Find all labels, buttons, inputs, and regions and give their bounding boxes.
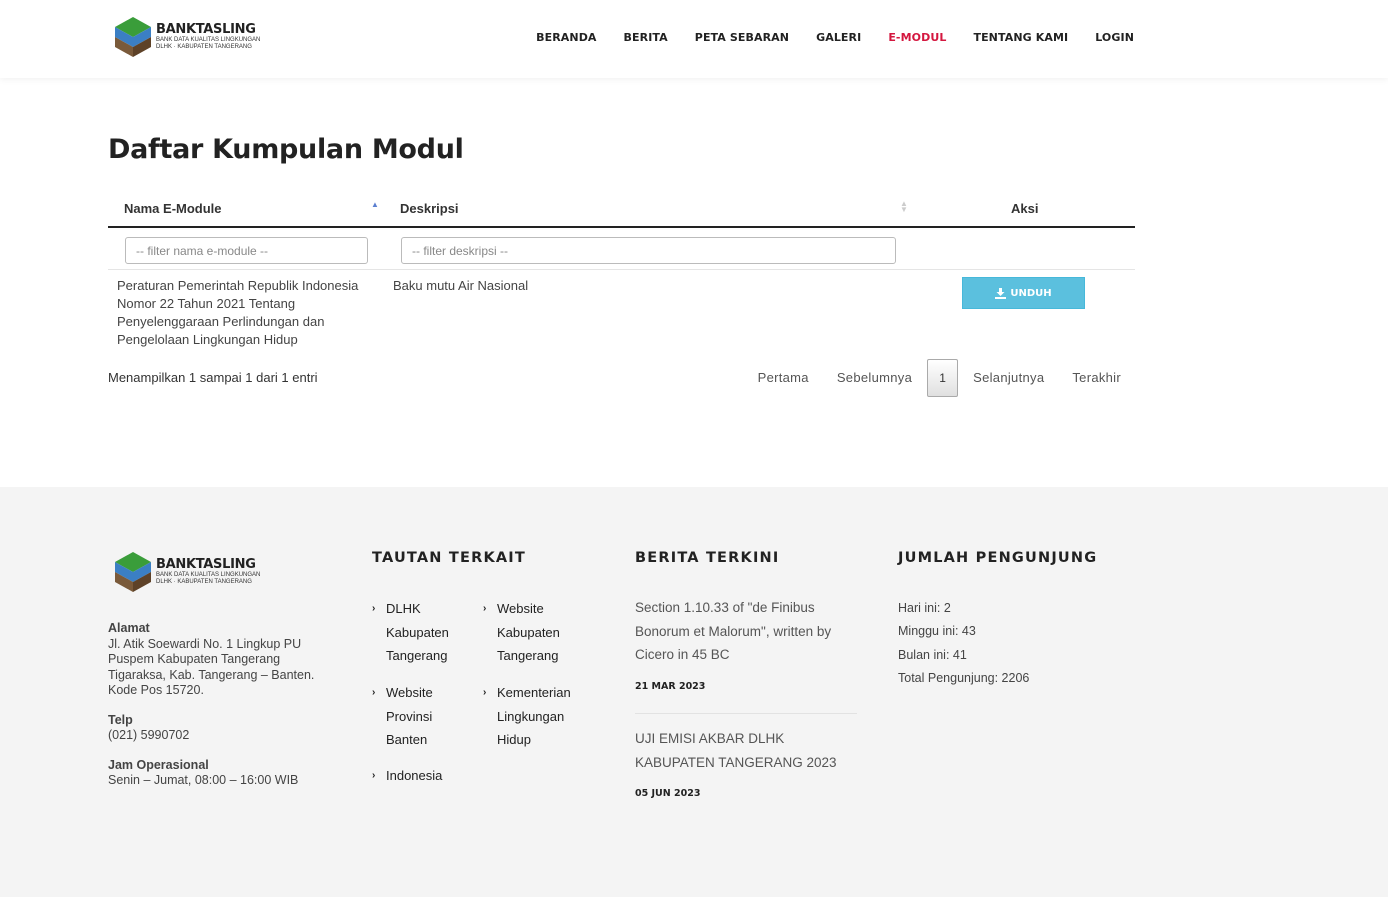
cell-module-description: Baku mutu Air Nasional bbox=[393, 278, 529, 293]
footer-logo-subtitle-2: DLHK · KABUPATEN TANGERANG bbox=[156, 579, 252, 585]
main-nav: BERANDA BERITA PETA SEBARAN GALERI E-MOD… bbox=[509, 31, 1134, 44]
chevron-right-icon: › bbox=[372, 687, 376, 698]
news-item-date: 21 MAR 2023 bbox=[635, 681, 706, 692]
site-footer: BANKTASLING BANK DATA KUALITAS LINGKUNGA… bbox=[0, 487, 1388, 897]
chevron-right-icon: › bbox=[372, 770, 376, 781]
hours-value: Senin – Jumat, 08:00 – 16:00 WIB bbox=[108, 773, 299, 787]
address-line: Kode Pos 15720. bbox=[108, 683, 204, 697]
visitors-heading: JUMLAH PENGUNJUNG bbox=[898, 550, 1098, 566]
links-heading: TAUTAN TERKAIT bbox=[372, 550, 526, 566]
address-line: Puspem Kabupaten Tangerang bbox=[108, 652, 281, 666]
logo-subtitle-2: DLHK · KABUPATEN TANGERANG bbox=[156, 44, 252, 50]
visitors-month: Bulan ini: 41 bbox=[898, 648, 967, 662]
phone-label: Telp bbox=[108, 712, 133, 727]
table-info: Menampilkan 1 sampai 1 dari 1 entri bbox=[108, 370, 318, 385]
column-header-name[interactable]: Nama E-Module bbox=[124, 201, 222, 216]
sort-asc-icon[interactable]: ▲ bbox=[371, 200, 379, 209]
news-item-date: 05 JUN 2023 bbox=[635, 788, 701, 799]
news-heading: BERITA TERKINI bbox=[635, 550, 780, 566]
pagination-next[interactable]: Selanjutnya bbox=[959, 359, 1058, 397]
footer-logo-title: BANKTASLING bbox=[156, 557, 256, 572]
filter-name-input[interactable] bbox=[125, 237, 368, 264]
pagination-last[interactable]: Terakhir bbox=[1058, 359, 1135, 397]
pagination-first[interactable]: Pertama bbox=[744, 359, 823, 397]
link-website-kabupaten[interactable]: › Website Kabupaten Tangerang bbox=[483, 597, 572, 668]
modules-table: Nama E-Module ▲ Deskripsi ▲▼ Aksi Peratu… bbox=[108, 190, 1135, 358]
filter-row bbox=[108, 228, 1135, 270]
address-line: Jl. Atik Soewardi No. 1 Lingkup PU bbox=[108, 636, 302, 651]
download-label: UNDUH bbox=[1010, 287, 1052, 299]
pagination-current-page[interactable]: 1 bbox=[927, 359, 959, 397]
link-indonesia[interactable]: › Indonesia bbox=[372, 764, 466, 788]
download-button[interactable]: UNDUH bbox=[962, 277, 1085, 309]
nav-berita[interactable]: BERITA bbox=[624, 31, 668, 44]
chevron-right-icon: › bbox=[483, 603, 487, 614]
pagination-previous[interactable]: Sebelumnya bbox=[823, 359, 926, 397]
phone-value: (021) 5990702 bbox=[108, 728, 190, 742]
cell-module-name: Peraturan Pemerintah Republik Indonesia … bbox=[117, 278, 359, 347]
nav-e-modul[interactable]: E-MODUL bbox=[888, 31, 946, 44]
table-header: Nama E-Module ▲ Deskripsi ▲ ▼ Aksi bbox=[108, 190, 1135, 228]
footer-logo-hexagon-icon bbox=[115, 552, 151, 592]
visitors-today: Hari ini: 2 bbox=[898, 601, 951, 615]
news-item-title[interactable]: UJI EMISI AKBAR DLHK KABUPATEN TANGERANG… bbox=[635, 727, 863, 774]
link-website-provinsi[interactable]: › Website Provinsi Banten bbox=[372, 681, 446, 752]
visitors-week: Minggu ini: 43 bbox=[898, 624, 976, 638]
column-header-action: Aksi bbox=[1011, 201, 1039, 216]
logo-hexagon-icon bbox=[115, 17, 151, 57]
nav-peta-sebaran[interactable]: PETA SEBARAN bbox=[695, 31, 789, 44]
nav-beranda[interactable]: BERANDA bbox=[536, 31, 596, 44]
news-divider bbox=[635, 713, 857, 714]
address-line: Tigaraksa, Kab. Tangerang – Banten. bbox=[108, 667, 315, 682]
site-logo[interactable]: BANKTASLING BANK DATA KUALITAS LINGKUNGA… bbox=[114, 16, 260, 58]
chevron-right-icon: › bbox=[372, 603, 376, 614]
footer-contact: Alamat Jl. Atik Soewardi No. 1 Lingkup P… bbox=[108, 621, 338, 803]
pagination: Pertama Sebelumnya 1 Selanjutnya Terakhi… bbox=[744, 359, 1135, 397]
page-title: Daftar Kumpulan Modul bbox=[108, 134, 464, 165]
site-header: BANKTASLING BANK DATA KUALITAS LINGKUNGA… bbox=[0, 0, 1388, 78]
column-header-description[interactable]: Deskripsi bbox=[400, 201, 459, 216]
logo-title: BANKTASLING bbox=[156, 22, 256, 37]
address-label: Alamat bbox=[108, 621, 150, 635]
footer-logo-subtitle-1: BANK DATA KUALITAS LINGKUNGAN bbox=[156, 572, 261, 578]
nav-tentang-kami[interactable]: TENTANG KAMI bbox=[973, 31, 1068, 44]
chevron-right-icon: › bbox=[483, 687, 487, 698]
footer-logo[interactable]: BANKTASLING BANK DATA KUALITAS LINGKUNGA… bbox=[114, 551, 260, 593]
nav-galeri[interactable]: GALERI bbox=[816, 31, 861, 44]
hours-label: Jam Operasional bbox=[108, 757, 209, 772]
filter-description-input[interactable] bbox=[401, 237, 896, 264]
download-icon bbox=[995, 287, 1007, 299]
nav-login[interactable]: LOGIN bbox=[1095, 31, 1134, 44]
table-row: Peraturan Pemerintah Republik Indonesia … bbox=[108, 270, 1135, 358]
sort-both-icon[interactable]: ▲ ▼ bbox=[900, 200, 908, 214]
logo-subtitle-1: BANK DATA KUALITAS LINGKUNGAN bbox=[156, 37, 261, 43]
link-kementerian[interactable]: › Kementerian Lingkungan Hidup bbox=[483, 681, 577, 752]
visitors-total: Total Pengunjung: 2206 bbox=[898, 671, 1030, 685]
news-item-title[interactable]: Section 1.10.33 of "de Finibus Bonorum e… bbox=[635, 596, 863, 667]
link-dlhk[interactable]: › DLHK Kabupaten Tangerang bbox=[372, 597, 456, 668]
